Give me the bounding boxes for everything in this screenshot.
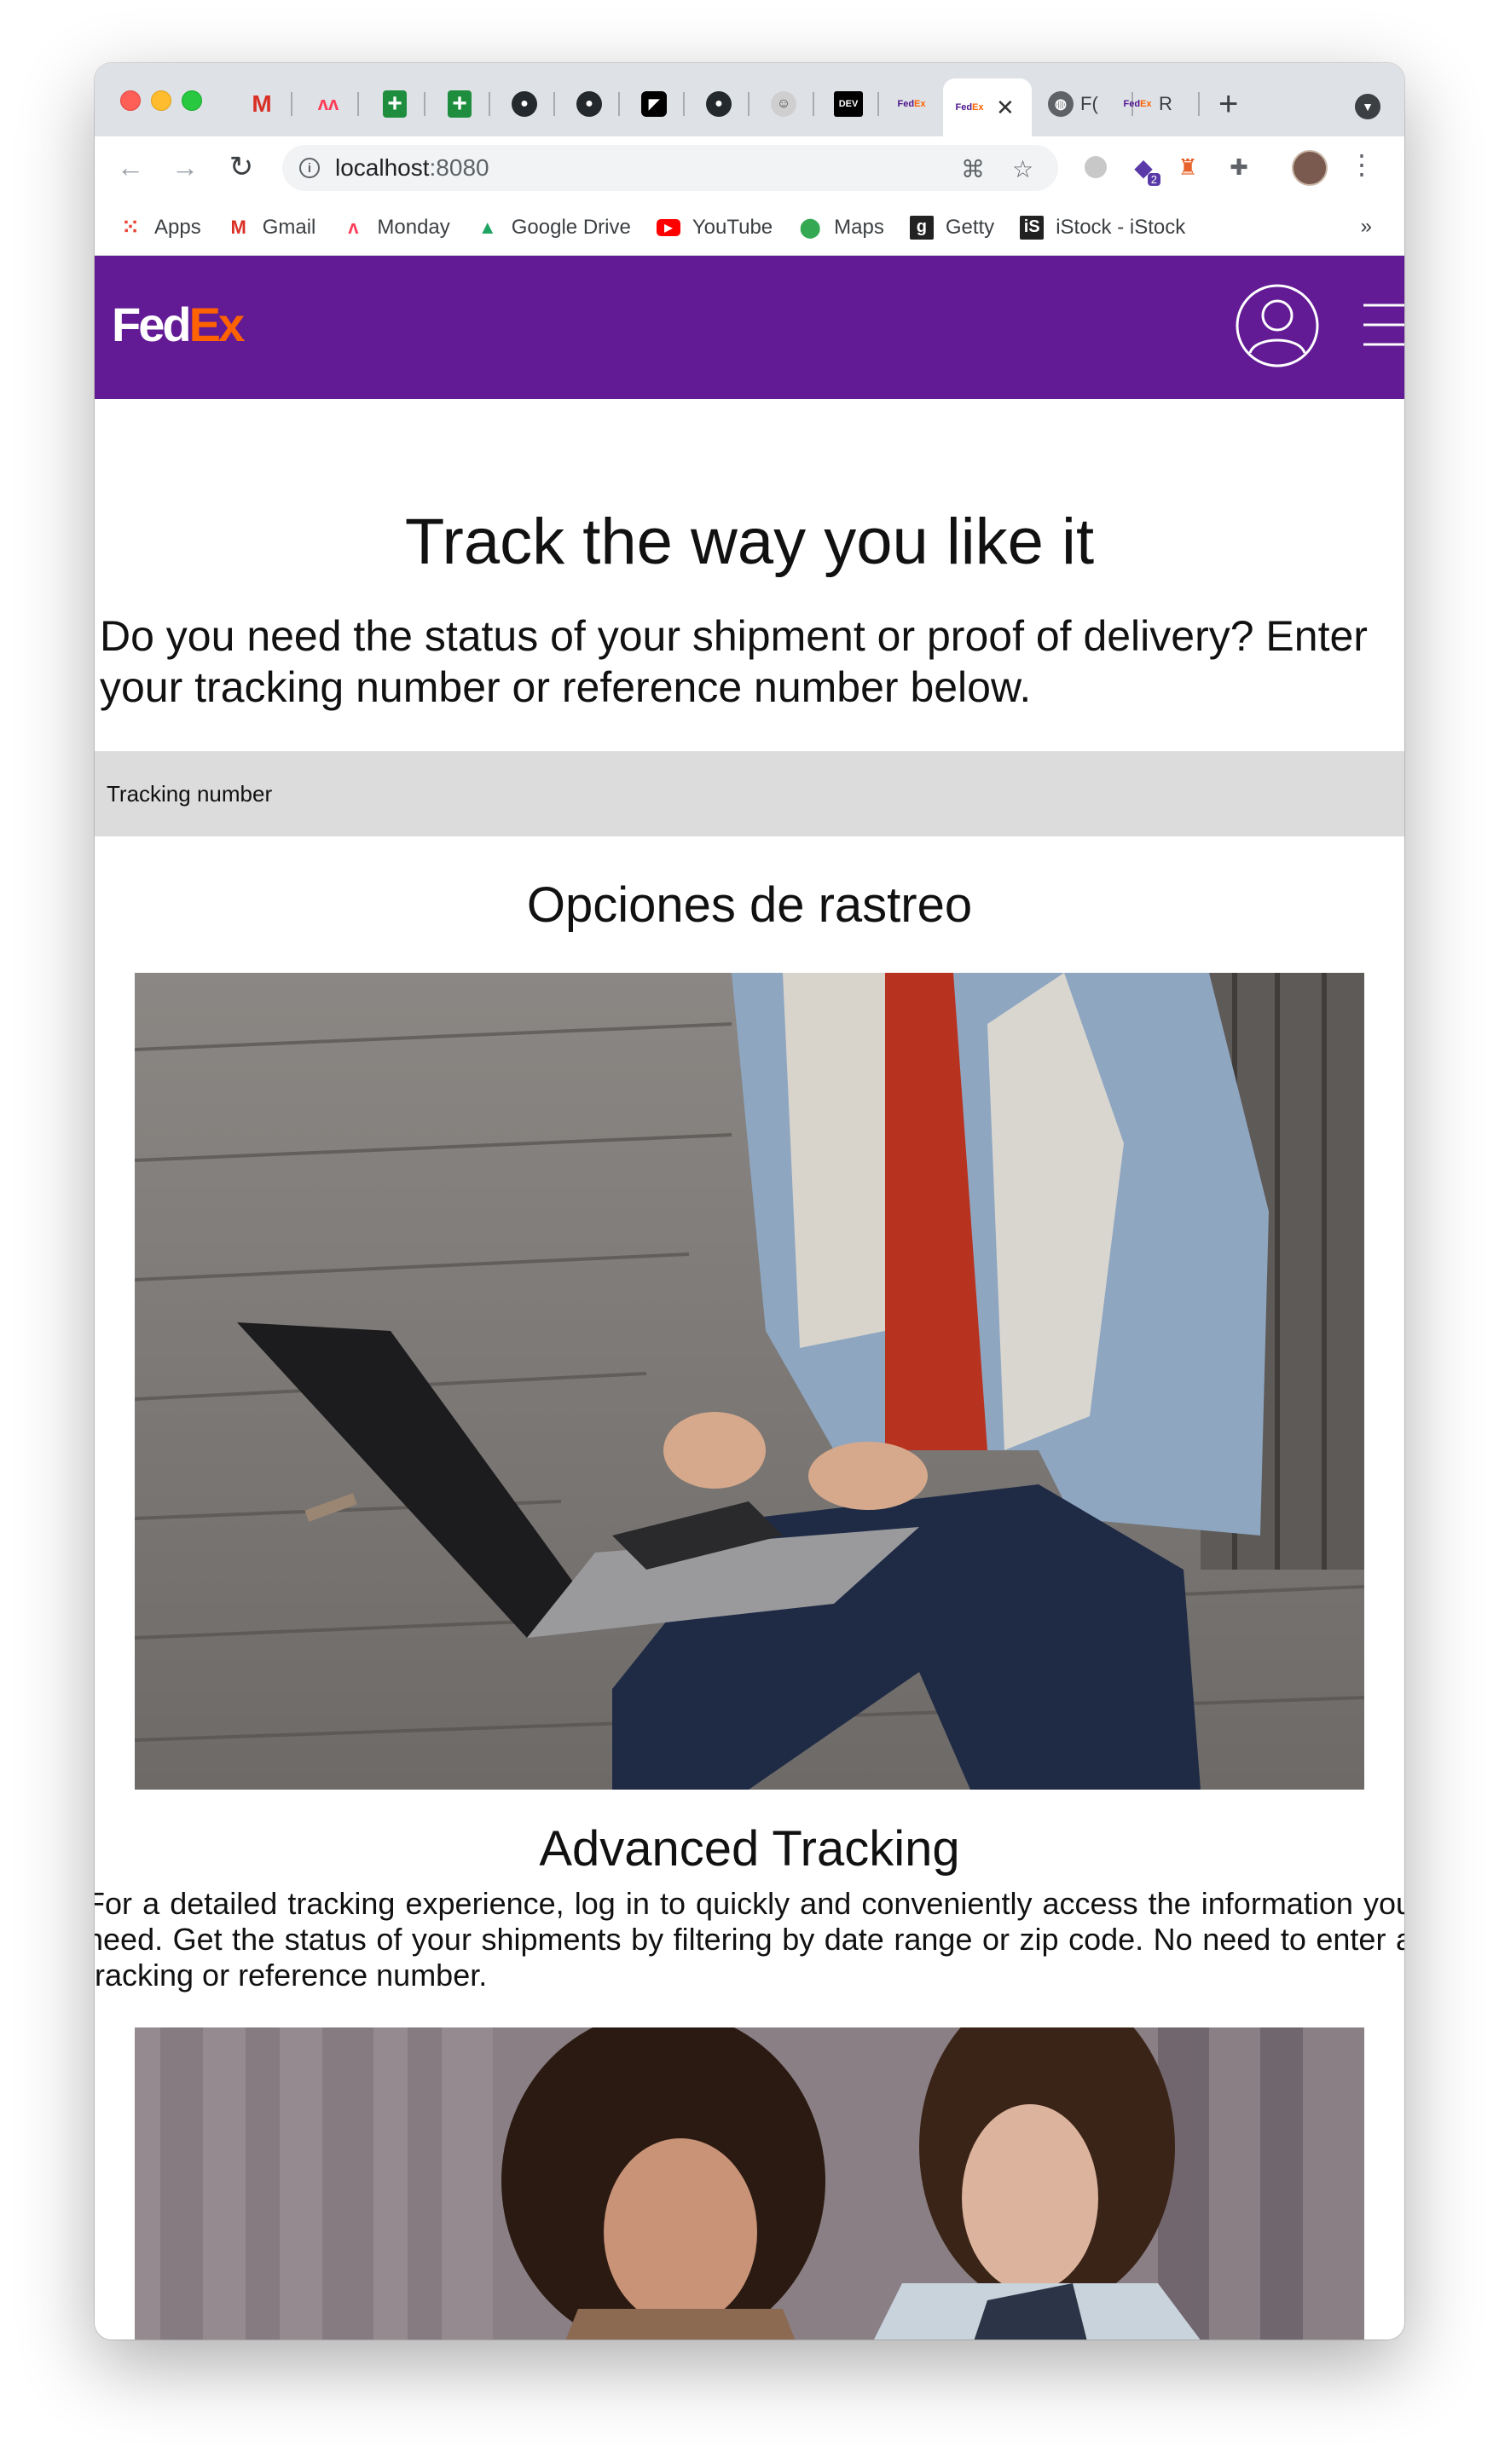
bookmarks-bar: ⁙ Apps M Gmail ʌ Monday ▲ Google Drive ▶…: [95, 200, 1404, 256]
tab-person[interactable]: ☺: [753, 84, 814, 124]
profile-avatar[interactable]: [1292, 150, 1328, 186]
reload-button[interactable]: ↻: [223, 148, 260, 186]
drive-icon: ▲: [477, 216, 497, 238]
tab-sheets[interactable]: +: [429, 84, 490, 124]
bookmark-youtube[interactable]: ▶ YouTube: [656, 215, 773, 240]
logo-ex: Ex: [188, 298, 245, 351]
tab-fedex[interactable]: Fed Ex: [881, 84, 942, 124]
bookmark-apps[interactable]: ⁙ Apps: [119, 214, 201, 240]
minimize-window-button[interactable]: [151, 90, 171, 111]
extension-graduation-icon[interactable]: ◆ 2: [1126, 150, 1160, 186]
bookmark-label: Gmail: [262, 215, 316, 239]
tab-fedex[interactable]: Fed Ex R: [1114, 84, 1200, 124]
extensions-puzzle-icon[interactable]: ✚: [1222, 150, 1256, 184]
forward-button[interactable]: →: [166, 148, 204, 186]
bird-icon: ◤: [641, 91, 667, 117]
gmail-icon: M: [230, 216, 246, 238]
bookmark-istock[interactable]: iS iStock - iStock: [1020, 215, 1186, 240]
web-page: FedEx. Track the way you like it Do you …: [95, 256, 1404, 2340]
maps-icon: ⬤: [799, 216, 821, 238]
tab-sheets[interactable]: +: [364, 84, 425, 124]
two-women-photo-graphic: [135, 2027, 1364, 2340]
tab-monday[interactable]: ʌʌ: [298, 84, 359, 124]
tab-bird[interactable]: ◤: [623, 84, 685, 124]
url-text: localhost:8080: [335, 154, 489, 182]
bookmark-gmail[interactable]: M Gmail: [227, 216, 316, 240]
globe-icon: ◍: [1048, 91, 1074, 117]
bookmark-label: Apps: [154, 215, 201, 239]
bookmarks-overflow-button[interactable]: »: [1361, 215, 1372, 239]
url-host: localhost: [335, 154, 430, 181]
bookmark-google-drive[interactable]: ▲ Google Drive: [476, 216, 631, 240]
hamburger-menu-icon[interactable]: [1358, 298, 1404, 351]
back-button[interactable]: ←: [112, 148, 149, 186]
zoom-window-button[interactable]: [182, 90, 202, 111]
getty-icon: g: [909, 215, 934, 240]
bookmark-label: Monday: [377, 215, 450, 239]
site-header: FedEx.: [95, 256, 1404, 399]
fedex-logo[interactable]: FedEx.: [112, 297, 245, 352]
github-icon: ●: [576, 91, 602, 117]
fedex-icon: Fed Ex: [955, 102, 984, 113]
browser-window: M ʌʌ + + ● ● ◤ ● ☺ DEV Fed Ex Fed Ex ✕ ◍ F…: [95, 63, 1404, 2340]
two-women-photo: [135, 2027, 1364, 2340]
istock-icon: iS: [1020, 215, 1045, 240]
close-window-button[interactable]: [120, 90, 141, 111]
tab-title: R: [1159, 93, 1172, 114]
tab-fedex-active[interactable]: Fed Ex ✕: [943, 78, 1032, 136]
tab-github[interactable]: ●: [494, 84, 555, 124]
gmail-icon: M: [252, 90, 272, 117]
browser-toolbar: ← → ↻ i localhost:8080 ⌘ ☆ ◆ 2 ♜ ✚ ⋮: [95, 136, 1404, 200]
logo-fed: Fed: [112, 298, 192, 351]
advanced-tracking-text: For a detailed tracking experience, log …: [95, 1886, 1404, 1993]
page-title: Track the way you like it: [404, 506, 1095, 578]
sheets-icon: +: [383, 90, 407, 118]
bookmark-label: Getty: [945, 215, 995, 239]
user-account-icon[interactable]: [1235, 283, 1320, 368]
address-bar[interactable]: i localhost:8080 ⌘ ☆: [282, 145, 1058, 191]
bookmark-maps[interactable]: ⬤ Maps: [798, 216, 884, 240]
bookmark-label: Google Drive: [511, 215, 631, 239]
logo-reg: .: [242, 332, 246, 344]
bookmark-label: Maps: [834, 215, 884, 239]
youtube-icon: ▶: [656, 216, 680, 240]
tab-strip: M ʌʌ + + ● ● ◤ ● ☺ DEV Fed Ex Fed Ex ✕ ◍ F…: [95, 63, 1404, 136]
translate-icon[interactable]: ⌘: [961, 155, 985, 183]
tab-github[interactable]: ●: [688, 84, 750, 124]
monday-icon: ʌ: [348, 216, 359, 238]
bookmark-star-icon[interactable]: ☆: [1012, 155, 1033, 183]
laptop-photo-graphic: [135, 973, 1364, 1790]
url-port: :8080: [429, 154, 489, 181]
intro-text: Do you need the status of your shipment …: [100, 612, 1368, 711]
tab-title: F(: [1080, 93, 1098, 114]
tracking-number-input[interactable]: [95, 751, 1404, 836]
tab-github[interactable]: ●: [559, 84, 620, 124]
bookmark-label: iStock - iStock: [1056, 215, 1186, 239]
bookmark-label: YouTube: [692, 215, 773, 239]
extension-orange-icon[interactable]: ♜: [1171, 150, 1205, 184]
apps-grid-icon: ⁙: [121, 214, 140, 240]
extension-grey-icon[interactable]: [1079, 150, 1113, 184]
bookmark-monday[interactable]: ʌ Monday: [341, 215, 450, 240]
sheets-icon: +: [448, 90, 472, 118]
tab-dev[interactable]: DEV: [818, 84, 879, 124]
site-info-icon[interactable]: i: [299, 158, 320, 178]
close-tab-icon[interactable]: ✕: [996, 95, 1015, 121]
tab-gmail[interactable]: M: [231, 84, 292, 124]
extension-badge: 2: [1147, 173, 1160, 186]
github-icon: ●: [706, 91, 732, 117]
github-icon: ●: [512, 91, 537, 117]
laptop-photo: [135, 973, 1364, 1790]
monday-icon: ʌʌ: [317, 93, 339, 114]
fedex-icon: Fed Ex: [897, 99, 926, 109]
dev-icon: DEV: [834, 91, 863, 117]
fedex-icon: Fed Ex: [1123, 99, 1152, 109]
bookmark-getty[interactable]: g Getty: [909, 215, 995, 240]
new-tab-button[interactable]: +: [1218, 85, 1238, 123]
tracking-options-heading: Opciones de rastreo: [526, 877, 973, 933]
person-icon: ☺: [771, 91, 796, 117]
advanced-tracking-heading: Advanced Tracking: [539, 1821, 960, 1877]
tab-search-button[interactable]: ▼: [1355, 94, 1380, 119]
browser-menu-icon[interactable]: ⋮: [1348, 148, 1375, 181]
